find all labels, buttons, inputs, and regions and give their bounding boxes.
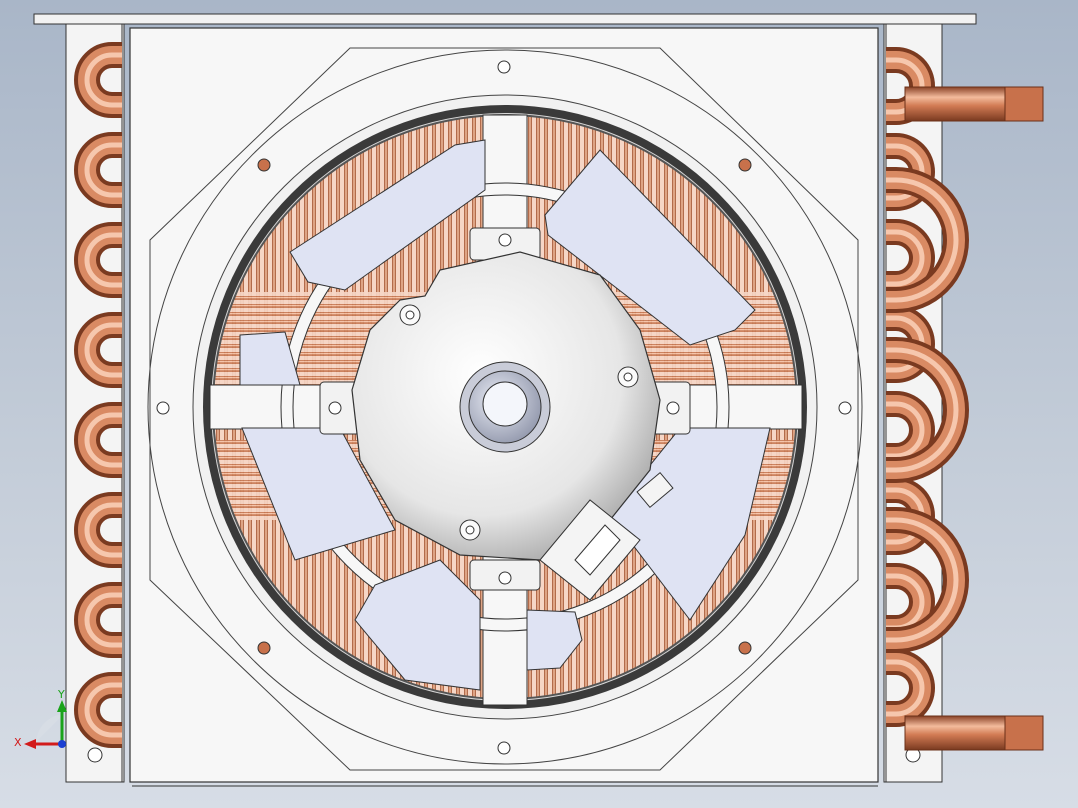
outlet-pipe-end <box>1004 715 1044 751</box>
cad-model-drawing[interactable]: Y X <box>0 0 1078 808</box>
inlet-pipe-end <box>1004 86 1044 122</box>
coordinate-triad: Y X <box>14 688 67 749</box>
cad-viewport[interactable]: Y X <box>0 0 1078 808</box>
motor-shaft-bore <box>482 381 528 427</box>
triad-y-label: Y <box>57 688 65 701</box>
triad-x-arrow-icon <box>24 739 36 749</box>
triad-z-axis-icon <box>58 740 66 748</box>
top-rail <box>33 13 977 25</box>
triad-x-label: X <box>14 736 22 749</box>
